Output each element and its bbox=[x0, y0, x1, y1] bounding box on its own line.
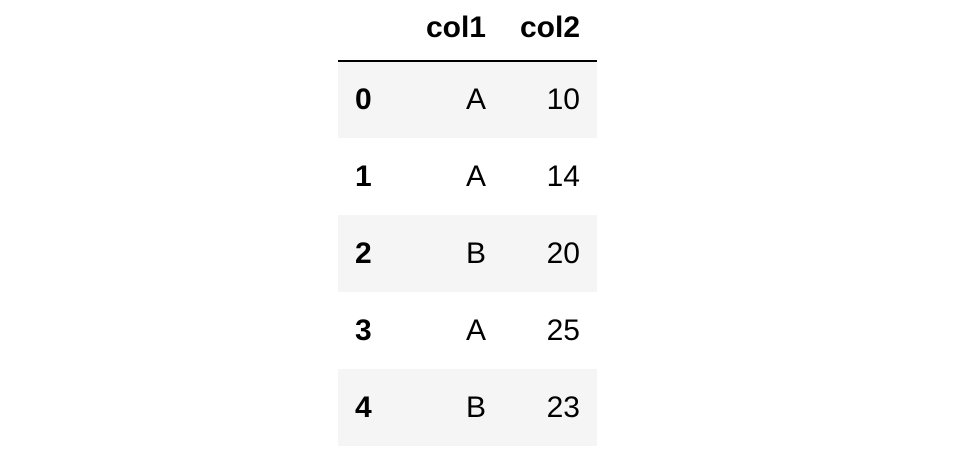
row-index: 1 bbox=[355, 159, 372, 193]
cell-col2: 20 bbox=[546, 236, 580, 270]
row-index: 0 bbox=[355, 83, 372, 116]
cell-col2: 23 bbox=[546, 390, 580, 424]
index-header bbox=[338, 0, 409, 62]
dataframe-table: col1 col2 0 A 10 1 A 14 2 B 20 3 A 25 4 … bbox=[338, 0, 597, 446]
table-row: 3 A 25 bbox=[338, 292, 597, 369]
cell-col2: 14 bbox=[546, 159, 580, 193]
table-row: 1 A 14 bbox=[338, 138, 597, 215]
cell-col1: A bbox=[465, 159, 486, 193]
cell-col1: B bbox=[465, 236, 486, 270]
table-row: 4 B 23 bbox=[338, 369, 597, 446]
table-row: 2 B 20 bbox=[338, 215, 597, 292]
table-row: 0 A 10 bbox=[338, 61, 597, 138]
column-header-col1: col1 bbox=[408, 0, 503, 62]
row-index: 4 bbox=[355, 390, 372, 424]
table-header: col1 col2 bbox=[338, 0, 597, 62]
header-row: col1 col2 bbox=[338, 0, 597, 62]
cell-col1: A bbox=[465, 313, 486, 347]
cell-col1: B bbox=[465, 390, 486, 424]
cell-col2: 10 bbox=[546, 83, 580, 116]
column-header-col2: col2 bbox=[502, 0, 597, 62]
row-index: 2 bbox=[355, 236, 372, 270]
cell-col1: A bbox=[465, 83, 486, 116]
row-index: 3 bbox=[355, 313, 372, 347]
cell-col2: 25 bbox=[546, 313, 580, 347]
table-body: 0 A 10 1 A 14 2 B 20 3 A 25 4 B 23 bbox=[338, 61, 597, 446]
